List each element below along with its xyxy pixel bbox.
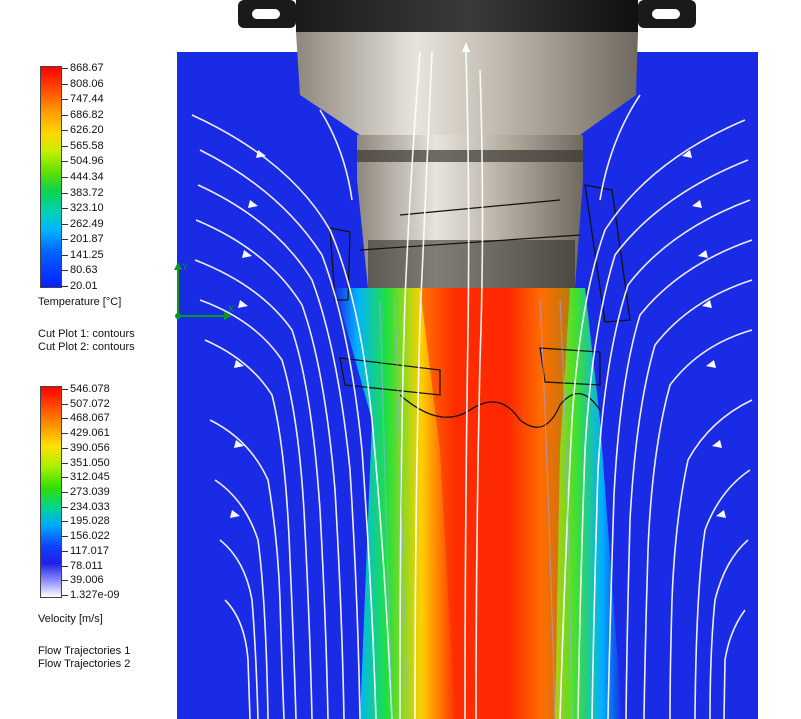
left-bracket-slot (252, 9, 280, 19)
axis-y-label: Y (182, 262, 188, 272)
nozzle-dark-top (296, 0, 638, 32)
right-bracket-slot (652, 9, 680, 19)
simulation-viewport[interactable]: Y X (0, 0, 801, 719)
nozzle-ring-band (357, 150, 583, 162)
